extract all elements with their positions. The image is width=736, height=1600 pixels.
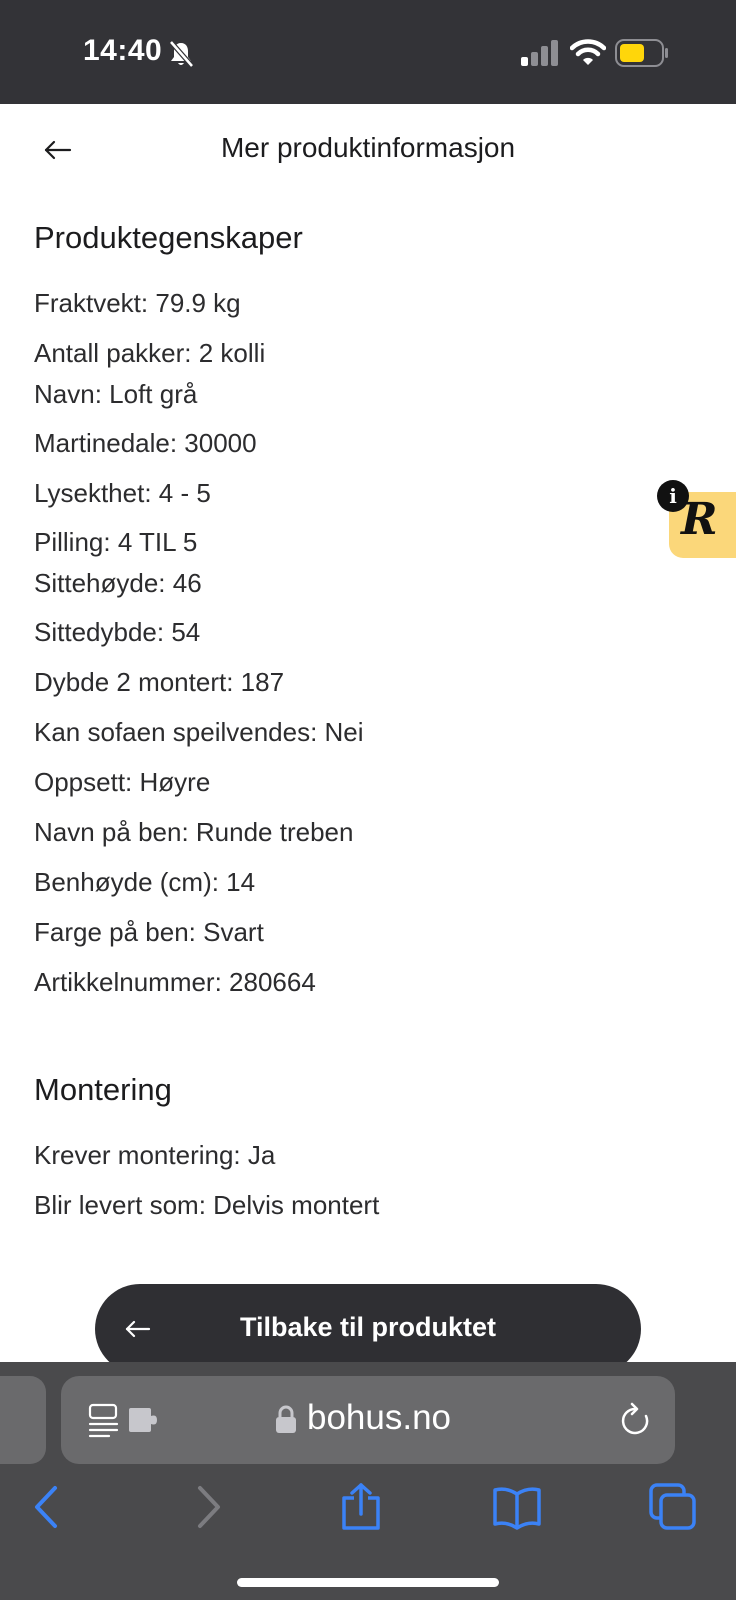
spec-row: Sittehøyde: 46 bbox=[34, 568, 202, 598]
page-header: Mer produktinformasjon bbox=[0, 104, 736, 200]
info-icon[interactable]: i bbox=[657, 480, 689, 512]
spec-row: Fraktvekt: 79.9 kg bbox=[34, 288, 241, 318]
spec-row: Martinedale: 30000 bbox=[34, 428, 257, 458]
signal-icon bbox=[521, 40, 558, 66]
spec-row: Artikkelnummer: 280664 bbox=[34, 967, 316, 997]
spec-row: Navn på ben: Runde treben bbox=[34, 817, 354, 847]
browser-toolbar: bohus.no bbox=[0, 1362, 736, 1600]
wifi-icon bbox=[570, 39, 606, 65]
back-to-product-label: Tilbake til produktet bbox=[239, 1312, 497, 1342]
forward-icon[interactable] bbox=[183, 1482, 233, 1532]
bell-off-icon bbox=[169, 40, 194, 68]
page-title: Mer produktinformasjon bbox=[220, 132, 516, 163]
back-icon[interactable] bbox=[22, 1482, 72, 1532]
reload-icon[interactable] bbox=[619, 1402, 653, 1438]
spec-row: Oppsett: Høyre bbox=[34, 767, 211, 797]
spec-row: Lysekthet: 4 - 5 bbox=[34, 478, 211, 508]
spec-row: Dybde 2 montert: 187 bbox=[34, 667, 285, 697]
share-icon[interactable] bbox=[336, 1482, 386, 1532]
previous-tab-preview[interactable] bbox=[0, 1376, 46, 1464]
back-to-product-button[interactable]: Tilbake til produktet bbox=[95, 1284, 641, 1374]
status-time: 14:40 bbox=[83, 34, 163, 67]
spec-row: Pilling: 4 TIL 5 bbox=[34, 527, 198, 557]
spec-row: Kan sofaen speilvendes: Nei bbox=[34, 717, 364, 747]
spec-row: Farge på ben: Svart bbox=[34, 917, 264, 947]
lock-icon bbox=[276, 1405, 296, 1433]
home-indicator[interactable] bbox=[237, 1578, 499, 1587]
bookmarks-icon[interactable] bbox=[492, 1482, 542, 1532]
extension-icon[interactable] bbox=[127, 1406, 161, 1434]
section-heading-montering: Montering bbox=[34, 1072, 172, 1107]
url-text: bohus.no bbox=[307, 1398, 452, 1437]
tabs-icon[interactable] bbox=[648, 1482, 698, 1532]
spec-row: Benhøyde (cm): 14 bbox=[34, 867, 256, 897]
reader-icon[interactable] bbox=[87, 1402, 123, 1438]
section-heading-produktegenskaper: Produktegenskaper bbox=[34, 220, 303, 255]
battery-icon bbox=[615, 39, 668, 67]
spec-row: Navn: Loft grå bbox=[34, 379, 198, 409]
spec-row: Antall pakker: 2 kolli bbox=[34, 338, 266, 368]
spec-row: Krever montering: Ja bbox=[34, 1140, 276, 1170]
status-bar: 14:40 bbox=[0, 0, 736, 104]
address-bar[interactable]: bohus.no bbox=[61, 1376, 675, 1464]
spec-row: Blir levert som: Delvis montert bbox=[34, 1190, 380, 1220]
spec-row: Sittedybde: 54 bbox=[34, 617, 201, 647]
